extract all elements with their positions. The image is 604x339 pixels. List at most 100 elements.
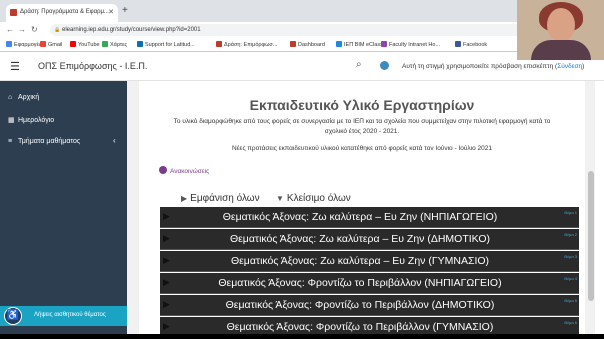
site-header: ☰ ΟΠΣ Επιμόρφωσης - Ι.Ε.Π. ⌕ Αυτή τη στι… [0, 53, 604, 81]
sections-icon: ≡ [8, 138, 13, 145]
sidebar-item-label: Αρχική [18, 94, 40, 101]
bookmarks-bar: Εφαρμογές Gmail YouTube Χάρτες Support for L… [0, 38, 604, 52]
bookmark-item[interactable]: Gmail [40, 41, 62, 48]
language-icon[interactable] [380, 61, 389, 70]
url-input[interactable]: 🔒 elearning.iep.edu.gr/study/course/view… [50, 24, 530, 36]
theme-download-bar[interactable]: ♿ Λήψεις αισθητικού θέματος [0, 306, 127, 326]
main-area: Εκπαιδευτικό Υλικό Εργαστηρίων Το υλικό … [127, 81, 587, 338]
announcements-label: Ανακοινώσεις [170, 168, 210, 175]
tab-bar: Δράση: Προγράμματα & Εφαρμ... ✕ + [0, 0, 604, 22]
chevron-left-icon[interactable]: ‹ [113, 136, 116, 145]
bookmark-label: Gmail [48, 42, 63, 48]
sidebar-item-label: Ημερολόγιο [18, 117, 55, 124]
page-title: Εκπαιδευτικό Υλικό Εργαστηρίων [249, 97, 475, 113]
bookmark-label: Δράση: Επιμόρφωσ... [224, 42, 278, 48]
course-panel: Εκπαιδευτικό Υλικό Εργαστηρίων Το υλικό … [139, 81, 585, 338]
sidebar: ⌂ Αρχική ▦ Ημερολόγιο ≡ Τμήματα μαθήματος ‹ [0, 81, 127, 334]
collapse-all-button[interactable]: ▼ Κλείσιμο όλων [276, 193, 351, 204]
bookmark-item[interactable]: ΙΕΠ ΒΙΜ eClass [336, 41, 383, 48]
bookmark-item[interactable]: Dashboard [290, 41, 325, 48]
bookmark-icon [336, 41, 342, 47]
section-number: Θέμα 5 [564, 298, 577, 303]
search-icon[interactable]: ⌕ [356, 59, 362, 70]
section-number: Θέμα 6 [564, 320, 577, 325]
favicon-icon [10, 9, 17, 16]
triangle-down-icon: ▼ [276, 194, 284, 203]
bookmark-icon [70, 41, 76, 47]
new-tab-icon[interactable]: + [122, 5, 128, 16]
forward-icon[interactable]: → [18, 25, 26, 34]
menu-icon[interactable]: ☰ [10, 60, 20, 73]
accessibility-icon[interactable]: ♿ [4, 307, 22, 325]
bookmark-item[interactable]: Faculty Intranet Ho... [381, 41, 440, 48]
announcements-link[interactable]: Ανακοινώσεις [159, 166, 209, 175]
webcam-shirt [531, 40, 591, 60]
scrollbar-thumb[interactable] [588, 171, 594, 301]
bookmark-icon [6, 41, 12, 47]
close-icon[interactable]: ✕ [108, 8, 114, 16]
bookmark-item[interactable]: YouTube [70, 41, 100, 48]
section-title[interactable]: Θεματικός Άξονας: Ζω καλύτερα – Ευ Ζην (… [160, 233, 560, 245]
browser-tab[interactable]: Δράση: Προγράμματα & Εφαρμ... ✕ [6, 4, 118, 22]
bookmark-label: ΙΕΠ ΒΙΜ eClass [344, 42, 383, 48]
sidebar-item-sections[interactable]: ≡ Τμήματα μαθήματος [8, 138, 80, 145]
bookmark-item[interactable]: Εφαρμογές [6, 41, 42, 48]
bookmark-label: YouTube [78, 42, 100, 48]
expand-all-label: Εμφάνιση όλων [190, 193, 260, 204]
back-icon[interactable]: ← [6, 25, 14, 34]
section-number: Θέμα 1 [564, 210, 577, 215]
bookmark-item[interactable]: Δράση: Επιμόρφωσ... [216, 41, 277, 48]
webcam-face [547, 8, 575, 42]
calendar-icon: ▦ [8, 117, 15, 124]
browser-chrome: Δράση: Προγράμματα & Εφαρμ... ✕ + ← → ↻ … [0, 0, 604, 52]
new-proposals-text: Νέες προτάσεις εκπαιδευτικού υλικού κατα… [231, 145, 493, 152]
sidebar-item-calendar[interactable]: ▦ Ημερολόγιο [8, 116, 54, 124]
reload-icon[interactable]: ↻ [31, 25, 38, 34]
bookmark-icon [40, 41, 46, 47]
sidebar-item-label: Τμήματα μαθήματος [18, 138, 81, 145]
bookmark-icon [216, 41, 222, 47]
bookmark-item[interactable]: Facebook [455, 41, 487, 48]
bookmark-icon [290, 41, 296, 47]
guest-text: Αυτή τη στιγμή χρησιμοποιείτε πρόσβαση ε… [402, 63, 558, 70]
section-title[interactable]: Θεματικός Άξονας: Φροντίζω το Περιβάλλον… [160, 299, 560, 311]
intro-text: Το υλικό διαμορφώθηκε από τους φορείς σε… [173, 118, 551, 135]
bookmark-label: Faculty Intranet Ho... [389, 42, 441, 48]
triangle-right-icon: ▶ [181, 194, 188, 203]
lock-icon: 🔒 [54, 27, 61, 33]
webcam-overlay [517, 0, 604, 60]
tab-title: Δράση: Προγράμματα & Εφαρμ... [20, 9, 109, 15]
guest-notice: Αυτή τη στιγμή χρησιμοποιείτε πρόσβαση ε… [402, 63, 584, 70]
section-title[interactable]: Θεματικός Άξονας: Ζω καλύτερα – Ευ Ζην (… [160, 211, 560, 223]
section-header[interactable]: ▶ Θεματικός Άξονας: Φροντίζω το Περιβάλλο… [160, 295, 579, 316]
forum-icon [159, 166, 167, 174]
bookmark-icon [102, 41, 108, 47]
bookmark-icon [455, 41, 461, 47]
section-number: Θέμα 2 [564, 232, 577, 237]
section-title[interactable]: Θεματικός Άξονας: Φροντίζω το Περιβάλλον… [160, 321, 560, 333]
guest-close-paren: ) [582, 63, 585, 70]
bookmark-icon [137, 41, 143, 47]
bookmark-icon [381, 41, 387, 47]
scrollbar[interactable] [587, 81, 595, 334]
section-number: Θέμα 4 [564, 276, 577, 281]
section-header[interactable]: ▶ Θεματικός Άξονας: Ζω καλύτερα – Ευ Ζην … [160, 207, 579, 228]
bookmark-label: Εφαρμογές [14, 42, 42, 48]
section-title[interactable]: Θεματικός Άξονας: Ζω καλύτερα – Ευ Ζην (… [160, 255, 560, 267]
bookmark-label: Facebook [463, 42, 488, 48]
section-header[interactable]: ▶ Θεματικός Άξονας: Ζω καλύτερα – Ευ Ζην … [160, 229, 579, 250]
collapse-all-label: Κλείσιμο όλων [286, 193, 351, 204]
section-header[interactable]: ▶ Θεματικός Άξονας: Φροντίζω το Περιβάλλο… [160, 273, 579, 294]
address-bar-row: ← → ↻ 🔒 elearning.iep.edu.gr/study/cours… [0, 22, 604, 38]
bookmark-item[interactable]: Χάρτες [102, 41, 127, 48]
bottom-strip [0, 334, 604, 339]
theme-download-label: Λήψεις αισθητικού θέματος [34, 312, 106, 318]
sidebar-item-home[interactable]: ⌂ Αρχική [8, 94, 39, 101]
section-header[interactable]: ▶ Θεματικός Άξονας: Ζω καλύτερα – Ευ Ζην … [160, 251, 579, 272]
site-title[interactable]: ΟΠΣ Επιμόρφωσης - Ι.Ε.Π. [38, 61, 147, 71]
expand-all-button[interactable]: ▶ Εμφάνιση όλων [181, 193, 260, 204]
bookmark-item[interactable]: Support for Latitud... [137, 41, 195, 48]
bookmark-label: Χάρτες [110, 42, 128, 48]
section-title[interactable]: Θεματικός Άξονας: Φροντίζω το Περιβάλλον… [160, 277, 560, 289]
login-link[interactable]: Σύνδεση [557, 63, 582, 70]
